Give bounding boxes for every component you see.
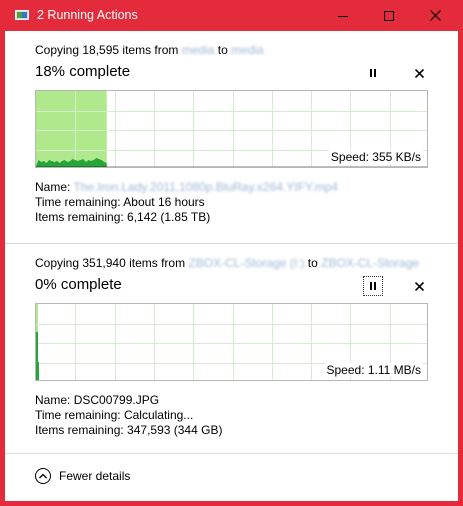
minimize-icon — [338, 16, 348, 17]
percent-complete: 0% complete — [35, 276, 122, 293]
items-row: Items remaining: 6,142 (1.85 TB) — [35, 210, 338, 225]
pause-button[interactable] — [363, 64, 383, 82]
items-label: Items remaining: — [35, 210, 124, 224]
destination-link[interactable]: ZBOX-CL-Storage — [321, 256, 419, 270]
items-value: 347,593 (344 GB) — [127, 423, 223, 437]
copy-summary-text: Copying 18,595 items from — [35, 43, 179, 57]
name-row: Name: The.Iron.Lady.2011.1080p.BluRay.x2… — [35, 180, 338, 195]
details-list: Name: DSC00799.JPG Time remaining: Calcu… — [35, 393, 222, 438]
time-label: Time remaining: — [35, 408, 121, 422]
cancel-button[interactable] — [409, 277, 429, 295]
items-label: Items remaining: — [35, 423, 124, 437]
to-word: to — [217, 43, 228, 57]
copy-operation-1: Copying 18,595 items from media to media… — [5, 31, 458, 243]
fewer-details-button[interactable]: Fewer details — [35, 466, 130, 486]
copy-summary: Copying 18,595 items from media to media — [35, 43, 264, 57]
to-word: to — [307, 256, 318, 270]
items-value: 6,142 (1.85 TB) — [127, 210, 211, 224]
throughput-area — [36, 332, 39, 380]
cancel-button[interactable] — [409, 64, 429, 82]
time-row: Time remaining: About 16 hours — [35, 195, 338, 210]
copy-operation-2: Copying 351,940 items from ZBOX-CL-Stora… — [5, 244, 458, 454]
fewer-details-label: Fewer details — [59, 469, 131, 483]
close-window-button[interactable] — [412, 0, 458, 31]
details-list: Name: The.Iron.Lady.2011.1080p.BluRay.x2… — [35, 180, 338, 225]
name-row: Name: DSC00799.JPG — [35, 393, 222, 408]
file-operation-window: 2 Running Actions Copying 18,595 items f… — [0, 0, 463, 506]
file-name-value: DSC00799.JPG — [73, 393, 160, 407]
operations-panel: Copying 18,595 items from media to media… — [5, 31, 458, 501]
close-icon — [414, 68, 424, 78]
copy-summary-text: Copying 351,940 items from — [35, 256, 186, 270]
throughput-graph: Speed: 1.11 MB/s — [35, 303, 428, 381]
title-bar[interactable]: 2 Running Actions — [0, 0, 463, 31]
source-link[interactable]: media — [182, 43, 215, 57]
pause-icon — [370, 69, 372, 77]
percent-complete: 18% complete — [35, 63, 131, 80]
time-value: Calculating... — [123, 408, 194, 422]
source-link[interactable]: ZBOX-CL-Storage (I:) — [188, 256, 304, 270]
window-title: 2 Running Actions — [37, 8, 138, 22]
speed-label: Speed: 1.11 MB/s — [324, 363, 423, 377]
name-label: Name: — [35, 393, 71, 407]
progress-fill — [36, 91, 107, 167]
items-row: Items remaining: 347,593 (344 GB) — [35, 423, 222, 438]
pause-button[interactable] — [363, 276, 383, 296]
close-icon — [429, 10, 441, 21]
throughput-graph: Speed: 355 KB/s — [35, 90, 428, 168]
destination-link[interactable]: media — [231, 43, 264, 57]
pause-icon — [370, 282, 372, 290]
name-label: Name: — [35, 180, 71, 194]
time-label: Time remaining: — [35, 195, 121, 209]
file-name-value: The.Iron.Lady.2011.1080p.BluRay.x264.YIF… — [73, 180, 339, 194]
copy-summary: Copying 351,940 items from ZBOX-CL-Stora… — [35, 256, 419, 270]
divider — [5, 453, 458, 454]
minimize-button[interactable] — [320, 0, 366, 31]
copy-window-icon — [15, 10, 29, 20]
time-row: Time remaining: Calculating... — [35, 408, 222, 423]
time-value: About 16 hours — [123, 195, 205, 209]
close-icon — [414, 281, 424, 291]
chevron-up-icon — [35, 468, 51, 484]
speed-label: Speed: 355 KB/s — [328, 150, 423, 164]
maximize-icon — [384, 10, 394, 21]
maximize-button[interactable] — [366, 0, 412, 31]
